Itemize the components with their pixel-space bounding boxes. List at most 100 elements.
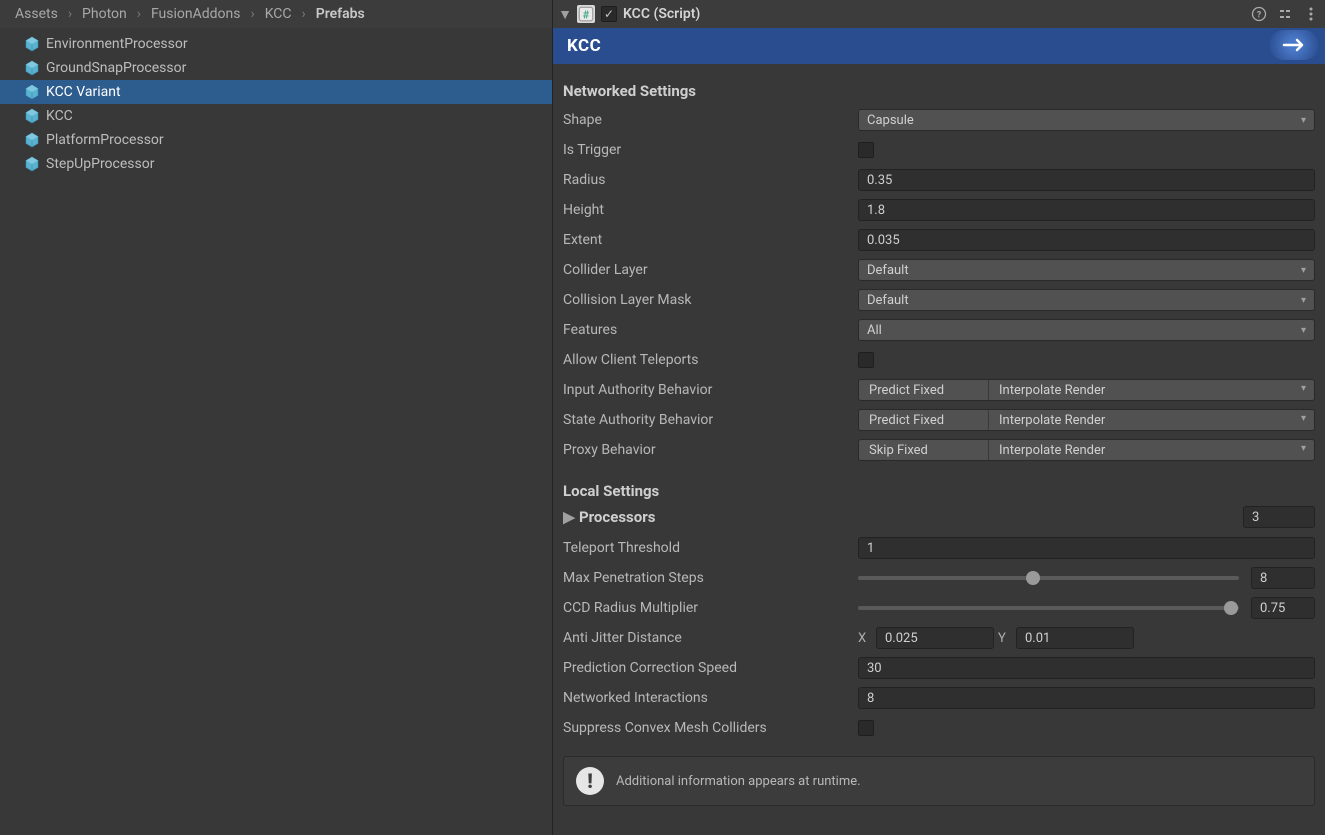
prop-radius: Radius 0.35 bbox=[563, 166, 1315, 194]
prop-features: Features All bbox=[563, 316, 1315, 344]
component-banner: KCC bbox=[553, 28, 1325, 64]
label-proxy-behavior: Proxy Behavior bbox=[563, 442, 858, 458]
dropdown-collider-layer[interactable]: Default bbox=[858, 259, 1315, 281]
input-height[interactable]: 1.8 bbox=[858, 199, 1315, 221]
input-networked-interactions[interactable]: 8 bbox=[858, 687, 1315, 709]
checkbox-suppress-convex[interactable] bbox=[858, 720, 874, 736]
label-is-trigger: Is Trigger bbox=[563, 142, 858, 158]
input-prediction-correction[interactable]: 30 bbox=[858, 657, 1315, 679]
input-radius[interactable]: 0.35 bbox=[858, 169, 1315, 191]
slider-ccd-multiplier[interactable] bbox=[858, 597, 1239, 619]
input-anti-jitter-y[interactable]: 0.01 bbox=[1016, 627, 1134, 649]
prop-suppress-convex: Suppress Convex Mesh Colliders bbox=[563, 714, 1315, 742]
breadcrumb-sep: › bbox=[137, 6, 141, 22]
prop-allow-teleports: Allow Client Teleports bbox=[563, 346, 1315, 374]
prop-state-authority: State Authority Behavior Predict Fixed I… bbox=[563, 406, 1315, 434]
asset-label: GroundSnapProcessor bbox=[46, 60, 186, 76]
svg-text:?: ? bbox=[1257, 11, 1262, 21]
checkbox-allow-teleports[interactable] bbox=[858, 352, 874, 368]
foldout-arrow-icon[interactable]: ▼ bbox=[559, 8, 571, 20]
project-panel: Assets › Photon › FusionAddons › KCC › P… bbox=[0, 0, 552, 835]
label-anti-jitter: Anti Jitter Distance bbox=[563, 630, 858, 646]
asset-label: KCC bbox=[46, 108, 73, 124]
breadcrumb-item[interactable]: KCC bbox=[265, 6, 292, 22]
asset-item[interactable]: GroundSnapProcessor bbox=[0, 56, 552, 80]
section-networked-settings: Networked Settings bbox=[563, 82, 1315, 100]
input-processors-count[interactable]: 3 bbox=[1243, 506, 1315, 528]
label-teleport-threshold: Teleport Threshold bbox=[563, 540, 858, 556]
processors-foldout[interactable]: ▶ Processors bbox=[563, 508, 655, 526]
slider-max-penetration[interactable] bbox=[858, 567, 1239, 589]
header-icons: ? bbox=[1251, 6, 1319, 22]
dropdown-seg: Predict Fixed bbox=[859, 380, 989, 400]
label-state-authority: State Authority Behavior bbox=[563, 412, 858, 428]
prop-input-authority: Input Authority Behavior Predict Fixed I… bbox=[563, 376, 1315, 404]
svg-text:#: # bbox=[583, 9, 590, 22]
asset-list: EnvironmentProcessor GroundSnapProcessor K… bbox=[0, 28, 552, 835]
prop-teleport-threshold: Teleport Threshold 1 bbox=[563, 534, 1315, 562]
dropdown-input-authority[interactable]: Predict Fixed Interpolate Render bbox=[858, 379, 1315, 401]
asset-item[interactable]: KCC Variant bbox=[0, 80, 552, 104]
dropdown-seg: Skip Fixed bbox=[859, 440, 989, 460]
label-max-penetration: Max Penetration Steps bbox=[563, 570, 858, 586]
breadcrumb-item[interactable]: Assets bbox=[15, 6, 58, 22]
asset-item[interactable]: PlatformProcessor bbox=[0, 128, 552, 152]
script-icon: # bbox=[577, 5, 595, 23]
dropdown-features[interactable]: All bbox=[858, 319, 1315, 341]
help-icon[interactable]: ? bbox=[1251, 6, 1267, 22]
dropdown-seg: Interpolate Render bbox=[989, 410, 1314, 430]
breadcrumb[interactable]: Assets › Photon › FusionAddons › KCC › P… bbox=[0, 0, 552, 28]
menu-icon[interactable] bbox=[1303, 6, 1319, 22]
dropdown-state-authority[interactable]: Predict Fixed Interpolate Render bbox=[858, 409, 1315, 431]
breadcrumb-sep: › bbox=[302, 6, 306, 22]
prop-is-trigger: Is Trigger bbox=[563, 136, 1315, 164]
input-ccd-multiplier[interactable]: 0.75 bbox=[1251, 597, 1315, 619]
prefab-icon bbox=[24, 60, 40, 76]
label-collision-mask: Collision Layer Mask bbox=[563, 292, 858, 308]
breadcrumb-item-current[interactable]: Prefabs bbox=[316, 6, 365, 22]
prop-processors: ▶ Processors 3 bbox=[563, 506, 1315, 528]
preset-icon[interactable] bbox=[1277, 6, 1293, 22]
component-enabled-checkbox[interactable] bbox=[601, 6, 617, 22]
foldout-arrow-icon: ▶ bbox=[563, 511, 575, 523]
label-suppress-convex: Suppress Convex Mesh Colliders bbox=[563, 720, 858, 736]
dropdown-collision-mask[interactable]: Default bbox=[858, 289, 1315, 311]
asset-label: KCC Variant bbox=[46, 84, 121, 100]
input-anti-jitter-x[interactable]: 0.025 bbox=[876, 627, 994, 649]
prop-collision-mask: Collision Layer Mask Default bbox=[563, 286, 1315, 314]
asset-item[interactable]: EnvironmentProcessor bbox=[0, 32, 552, 56]
inspector-panel: ▼ # KCC (Script) ? KCC Networked Setting… bbox=[552, 0, 1325, 835]
input-max-penetration[interactable]: 8 bbox=[1251, 567, 1315, 589]
breadcrumb-item[interactable]: Photon bbox=[82, 6, 127, 22]
label-extent: Extent bbox=[563, 232, 858, 248]
component-header[interactable]: ▼ # KCC (Script) ? bbox=[553, 0, 1325, 28]
breadcrumb-item[interactable]: FusionAddons bbox=[151, 6, 241, 22]
vector2-anti-jitter: X 0.025 Y 0.01 bbox=[858, 627, 1315, 649]
prop-shape: Shape Capsule bbox=[563, 106, 1315, 134]
dropdown-proxy-behavior[interactable]: Skip Fixed Interpolate Render bbox=[858, 439, 1315, 461]
dropdown-seg: Interpolate Render bbox=[989, 440, 1314, 460]
dropdown-seg: Interpolate Render bbox=[989, 380, 1314, 400]
prop-networked-interactions: Networked Interactions 8 bbox=[563, 684, 1315, 712]
breadcrumb-sep: › bbox=[250, 6, 254, 22]
prop-height: Height 1.8 bbox=[563, 196, 1315, 224]
networked-badge-icon bbox=[1269, 30, 1319, 60]
prop-max-penetration: Max Penetration Steps 8 bbox=[563, 564, 1315, 592]
prop-collider-layer: Collider Layer Default bbox=[563, 256, 1315, 284]
input-teleport-threshold[interactable]: 1 bbox=[858, 537, 1315, 559]
label-allow-teleports: Allow Client Teleports bbox=[563, 352, 858, 368]
info-box: ! Additional information appears at runt… bbox=[563, 756, 1315, 806]
label-features: Features bbox=[563, 322, 858, 338]
checkbox-is-trigger[interactable] bbox=[858, 142, 874, 158]
input-extent[interactable]: 0.035 bbox=[858, 229, 1315, 251]
dropdown-seg: Predict Fixed bbox=[859, 410, 989, 430]
prop-prediction-correction: Prediction Correction Speed 30 bbox=[563, 654, 1315, 682]
info-text: Additional information appears at runtim… bbox=[616, 774, 861, 789]
label-shape: Shape bbox=[563, 112, 858, 128]
asset-item[interactable]: StepUpProcessor bbox=[0, 152, 552, 176]
label-processors: Processors bbox=[579, 508, 655, 526]
label-ccd-multiplier: CCD Radius Multiplier bbox=[563, 600, 858, 616]
prop-anti-jitter: Anti Jitter Distance X 0.025 Y 0.01 bbox=[563, 624, 1315, 652]
asset-item[interactable]: KCC bbox=[0, 104, 552, 128]
dropdown-shape[interactable]: Capsule bbox=[858, 109, 1315, 131]
